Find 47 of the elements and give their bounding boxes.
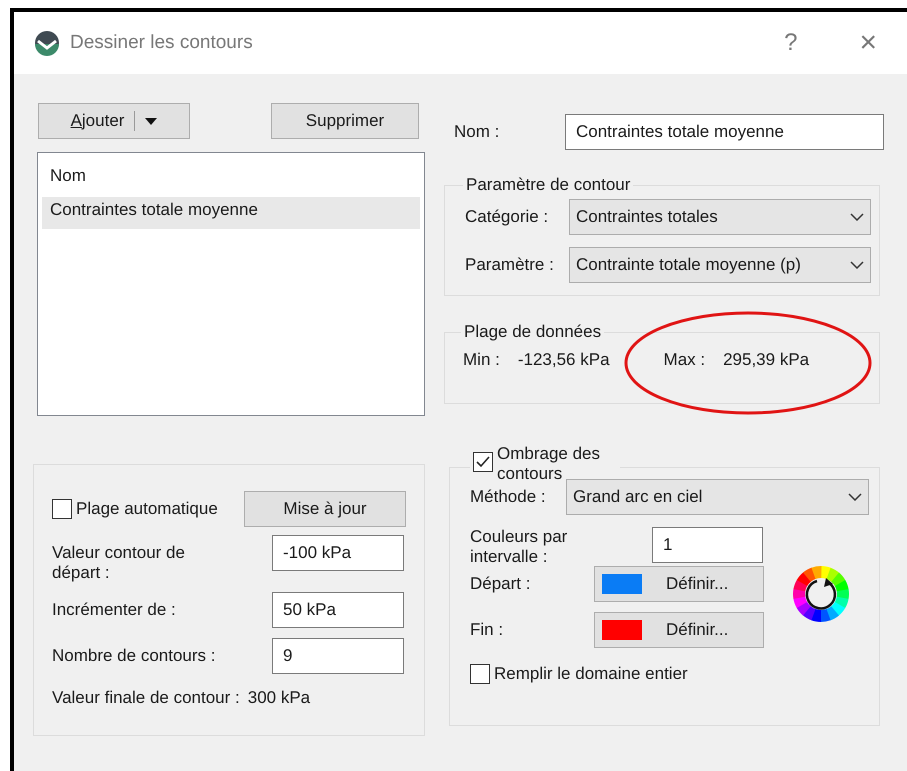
final-value: 300 kPa bbox=[248, 688, 310, 708]
dropdown[interactable]: Grand arc en ciel bbox=[566, 479, 869, 516]
field-label: Valeur contour de départ : bbox=[52, 542, 186, 582]
field-label: Départ : bbox=[470, 574, 532, 594]
check-icon bbox=[476, 456, 490, 468]
define-color-button[interactable]: Définir... bbox=[594, 612, 764, 648]
group-title: Paramètre de contour bbox=[465, 175, 632, 195]
input-field[interactable]: -100 kPa bbox=[272, 535, 404, 571]
max-label: Max : bbox=[664, 350, 706, 370]
dropdown[interactable]: Contraintes totales bbox=[569, 199, 871, 235]
chevron-down-icon bbox=[848, 493, 862, 502]
dropdown[interactable]: Contrainte totale moyenne (p) bbox=[569, 247, 871, 283]
min-value: -123,56 kPa bbox=[518, 350, 610, 370]
remove-button[interactable]: Supprimer bbox=[271, 103, 419, 139]
close-button[interactable]: × bbox=[847, 26, 889, 60]
min-label: Min : bbox=[463, 350, 500, 370]
caret-icon bbox=[145, 118, 158, 124]
sphere-icon bbox=[34, 30, 60, 56]
field-label: Méthode : bbox=[470, 487, 547, 507]
field-label: Catégorie : bbox=[465, 207, 550, 227]
group-title: Plage de données bbox=[463, 322, 602, 342]
chevron-down-icon bbox=[850, 261, 864, 269]
name-field[interactable]: Contraintes totale moyenne bbox=[565, 114, 884, 150]
field-label: Paramètre : bbox=[465, 255, 555, 275]
field-label: Nombre de contours : bbox=[52, 646, 216, 666]
field-label: Fin : bbox=[470, 620, 504, 640]
list-item[interactable]: Contraintes totale moyenne bbox=[42, 197, 420, 229]
input-field[interactable]: 9 bbox=[272, 638, 404, 674]
field-label: Couleurs par intervalle : bbox=[470, 527, 568, 566]
max-value: 295,39 kPa bbox=[723, 350, 810, 370]
name-label: Nom : bbox=[454, 122, 500, 142]
chevron-down-icon bbox=[850, 213, 864, 221]
add-button[interactable]: Ajouter bbox=[38, 103, 190, 139]
field-label: Incrémenter de : bbox=[52, 600, 177, 620]
color-wheel-icon bbox=[793, 566, 849, 622]
update-button[interactable]: Mise à jour bbox=[244, 491, 406, 527]
final-value-label: Valeur finale de contour : bbox=[52, 688, 240, 708]
define-color-button[interactable]: Définir... bbox=[594, 566, 764, 602]
checkbox-label: Remplir le domaine entier bbox=[494, 664, 688, 684]
checkbox[interactable] bbox=[470, 664, 490, 684]
input-field[interactable]: 1 bbox=[652, 527, 763, 564]
checkbox-label: Plage automatique bbox=[76, 499, 219, 519]
help-button[interactable]: ? bbox=[772, 29, 810, 57]
checkbox[interactable] bbox=[52, 499, 72, 519]
checkbox[interactable] bbox=[473, 452, 493, 472]
input-field[interactable]: 50 kPa bbox=[272, 592, 404, 628]
window-title: Dessiner les contours bbox=[70, 32, 254, 54]
